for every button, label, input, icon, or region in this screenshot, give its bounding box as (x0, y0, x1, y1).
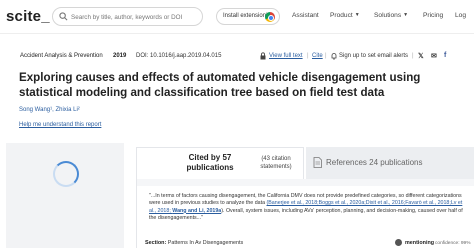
chrome-icon (265, 12, 275, 22)
confidence-score: confidence: 99% (435, 240, 471, 246)
snippet-highlight-ref[interactable]: Wang and Li, 2019a (172, 208, 221, 214)
chevron-down-icon: ▼ (403, 12, 409, 18)
nav-assistant[interactable]: Assistant (292, 12, 319, 19)
nav-login[interactable]: Log (455, 12, 466, 19)
meta-divider: | (307, 53, 309, 59)
top-navigation: scite_ Install extension! Assistant Prod… (0, 0, 474, 34)
install-extension-button[interactable]: Install extension! (216, 8, 280, 25)
chevron-down-icon: ▼ (354, 12, 360, 18)
loading-spinner-icon (53, 161, 79, 187)
journal-name[interactable]: Accident Analysis & Prevention (20, 53, 103, 59)
card-header-bar (137, 179, 474, 186)
search-box[interactable] (52, 7, 203, 26)
install-extension-label: Install extension! (223, 13, 268, 19)
email-alerts-link[interactable]: Sign up to set email alerts (339, 53, 408, 59)
view-full-text-link[interactable]: View full text (269, 53, 303, 59)
twitter-icon[interactable]: 𝕏 (418, 52, 424, 60)
document-icon (313, 157, 322, 168)
article-title: Exploring causes and effects of automate… (19, 71, 421, 99)
nav-product[interactable]: Product ▼ (330, 12, 360, 19)
envelope-icon[interactable]: ✉ (431, 52, 437, 60)
nav-pricing[interactable]: Pricing (423, 12, 443, 19)
citation-snippet: "...In terms of factors causing disengag… (149, 193, 467, 222)
section-key: Section: (145, 240, 167, 246)
doi-text[interactable]: DOI: 10.1016/j.aap.2019.04.015 (136, 53, 221, 59)
citation-statement-card: "...In terms of factors causing disengag… (136, 179, 474, 248)
meta-divider: | (412, 53, 414, 59)
nav-product-label: Product (330, 12, 353, 19)
article-authors[interactable]: Song Wang¹, Zhixia Li² (19, 107, 80, 113)
meta-divider: | (325, 53, 327, 59)
cite-link[interactable]: Cite (312, 53, 323, 59)
cited-by-count: Cited by 57 publications (186, 153, 234, 172)
report-summary-panel (6, 143, 124, 248)
references-label: References 24 publications (326, 158, 423, 167)
article-meta-row: Accident Analysis & Prevention 2019 DOI:… (20, 51, 470, 63)
section-label: Section: Patterns In Av Disengagements (145, 240, 243, 246)
nav-solutions-label: Solutions (374, 12, 402, 19)
publication-year: 2019 (113, 53, 127, 59)
tab-references[interactable]: References 24 publications (306, 147, 474, 179)
search-icon (59, 12, 68, 21)
nav-solutions[interactable]: Solutions ▼ (374, 12, 408, 19)
citation-statements-count: (43 citation statements) (260, 156, 292, 170)
help-understand-link[interactable]: Help me understand this report (19, 122, 101, 128)
lock-icon (260, 52, 266, 60)
search-input[interactable] (71, 11, 199, 23)
citation-tabs: Cited by 57 publications (43 citation st… (136, 147, 474, 179)
facebook-icon[interactable]: f (444, 52, 446, 59)
scite-logo[interactable]: scite_ (6, 8, 50, 25)
mention-badge: mentioning (405, 240, 435, 246)
section-value: Patterns In Av Disengagements (167, 240, 244, 246)
tab-cited-by[interactable]: Cited by 57 publications (43 citation st… (136, 147, 304, 179)
bell-icon (331, 53, 337, 60)
mention-icon (395, 239, 402, 246)
